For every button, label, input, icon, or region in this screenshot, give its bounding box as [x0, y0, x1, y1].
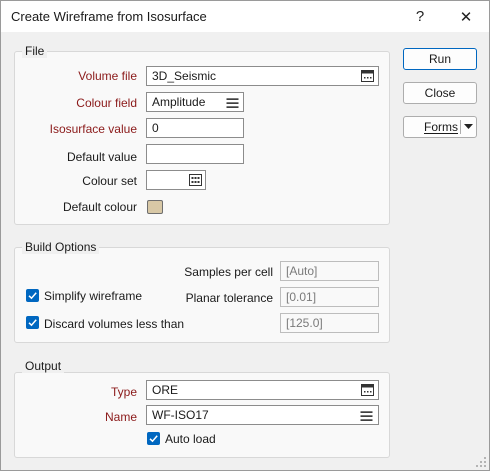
output-name-field[interactable]: WF-ISO17: [146, 405, 379, 425]
volume-file-value: 3D_Seismic: [152, 69, 217, 83]
browse-icon[interactable]: [361, 384, 374, 396]
volume-file-field[interactable]: 3D_Seismic: [146, 66, 379, 86]
output-name-label: Name: [104, 410, 137, 424]
resize-grip-icon[interactable]: [475, 456, 487, 468]
samples-per-cell-field[interactable]: [Auto]: [280, 261, 379, 281]
colour-field-label: Colour field: [76, 96, 137, 110]
list-icon[interactable]: [226, 97, 239, 109]
default-value-field[interactable]: [146, 144, 244, 164]
title-bar: Create Wireframe from Isosurface ? ✕: [1, 1, 489, 32]
close-icon: ✕: [459, 8, 473, 26]
file-group-label: File: [22, 44, 48, 58]
output-type-field[interactable]: ORE: [146, 380, 379, 400]
run-button-label: Run: [428, 52, 451, 66]
isosurface-value-value: 0: [152, 121, 159, 135]
colour-field-value: Amplitude: [152, 95, 206, 109]
planar-tolerance-value: [0.01]: [286, 290, 317, 304]
default-colour-label: Default colour: [62, 200, 137, 214]
forms-divider: [460, 120, 461, 134]
simplify-wireframe-label[interactable]: Simplify wireframe: [44, 289, 142, 303]
close-button-label: Close: [424, 86, 456, 100]
colour-set-label: Colour set: [82, 174, 137, 188]
forms-button-label: Forms: [424, 120, 458, 134]
auto-load-label[interactable]: Auto load: [165, 432, 216, 446]
samples-per-cell-value: [Auto]: [286, 264, 318, 278]
output-name-value: WF-ISO17: [152, 408, 209, 422]
auto-load-checkbox[interactable]: [147, 432, 160, 445]
browse-icon[interactable]: [361, 70, 374, 82]
discard-volumes-field[interactable]: [125.0]: [280, 313, 379, 333]
planar-tolerance-field[interactable]: [0.01]: [280, 287, 379, 307]
help-button[interactable]: ?: [399, 1, 441, 32]
volume-file-label: Volume file: [78, 69, 137, 83]
output-group-label: Output: [22, 359, 65, 373]
isosurface-value-label: Isosurface value: [49, 122, 137, 136]
help-icon: ?: [415, 8, 425, 25]
discard-volumes-label[interactable]: Discard volumes less than: [44, 317, 184, 331]
close-window-button[interactable]: ✕: [445, 1, 487, 32]
window-title: Create Wireframe from Isosurface: [11, 9, 207, 24]
samples-per-cell-label: Samples per cell: [184, 265, 273, 279]
run-button[interactable]: Run: [403, 48, 477, 70]
output-type-value: ORE: [152, 383, 179, 397]
default-colour-swatch[interactable]: [147, 200, 163, 214]
list-icon[interactable]: [360, 410, 373, 422]
close-button[interactable]: Close: [403, 82, 477, 104]
build-options-group-label: Build Options: [22, 240, 100, 254]
colour-field-field[interactable]: Amplitude: [146, 92, 244, 112]
planar-tolerance-label: Planar tolerance: [185, 291, 273, 305]
output-type-label: Type: [110, 385, 137, 399]
discard-volumes-checkbox[interactable]: [26, 316, 39, 329]
isosurface-value-field[interactable]: 0: [146, 118, 244, 138]
checkmark-icon: [149, 435, 158, 443]
forms-button[interactable]: Forms: [403, 116, 477, 138]
simplify-wireframe-checkbox[interactable]: [26, 289, 39, 302]
colour-set-field[interactable]: [146, 170, 206, 190]
colour-set-browse-icon[interactable]: [189, 174, 202, 186]
discard-volumes-value: [125.0]: [286, 316, 323, 330]
dialog-window: Create Wireframe from Isosurface ? ✕ Run…: [0, 0, 490, 471]
default-value-label: Default value: [66, 150, 137, 164]
checkmark-icon: [28, 292, 37, 300]
checkmark-icon: [28, 319, 37, 327]
chevron-down-icon[interactable]: [464, 124, 473, 130]
